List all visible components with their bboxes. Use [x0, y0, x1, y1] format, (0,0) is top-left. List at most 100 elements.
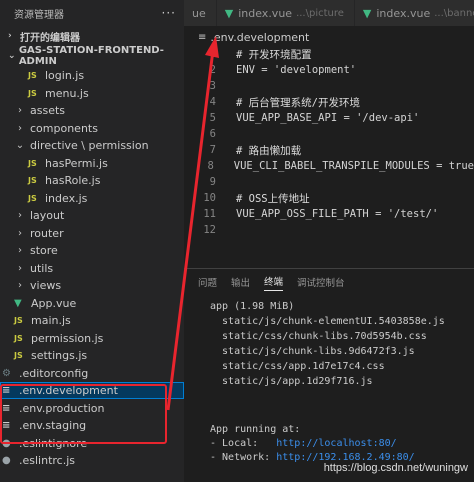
local-label: - Local:: [210, 438, 277, 449]
tree-item[interactable]: JS menu.js: [0, 85, 184, 102]
js-file-icon: JS: [28, 158, 37, 168]
eslint-file-icon: ●: [2, 455, 11, 466]
tree-item-label: settings.js: [31, 349, 88, 362]
explorer-header: 资源管理器 ···: [0, 0, 184, 26]
terminal-line: static/css/chunk-libs.70d5954b.css: [210, 331, 427, 342]
env-file-icon: ≡: [2, 385, 11, 396]
env-file-icon: ≡: [2, 420, 11, 431]
code-text: ENV = 'development': [236, 64, 357, 76]
tree-item-label: .editorconfig: [19, 366, 89, 380]
env-file-icon: ≡: [198, 31, 207, 43]
tree-item[interactable]: ⚙ .editorconfig: [0, 365, 184, 382]
tree-item[interactable]: › router: [0, 225, 184, 242]
tree-item[interactable]: ▼ App.vue: [0, 295, 184, 312]
tab-terminal[interactable]: 终端: [264, 274, 284, 291]
chevron-right-icon: ›: [8, 31, 12, 41]
breadcrumb[interactable]: ≡ .env.development: [184, 28, 309, 46]
chevron-down-icon: ⌄: [8, 51, 16, 61]
tree-item-label: App.vue: [31, 296, 77, 310]
tree-item[interactable]: › utils: [0, 260, 184, 277]
editor-tabs: ue ▼ index.vue ...\picture ▼ index.vue .…: [184, 0, 474, 26]
tree-item-label: utils: [30, 261, 54, 275]
vue-file-icon: ▼: [14, 297, 22, 309]
terminal-line: static/css/app.1d7e17c4.css: [210, 361, 385, 372]
line-number: 7: [209, 144, 216, 156]
tree-item[interactable]: ≡ .env.production: [0, 400, 184, 417]
more-actions-icon[interactable]: ···: [162, 6, 176, 20]
tree-item[interactable]: ⌄ directive \ permission: [0, 137, 184, 154]
tree-item[interactable]: › assets: [0, 102, 184, 119]
line-number: 1: [209, 48, 216, 60]
explorer-sidebar: 资源管理器 ··· › 打开的编辑器 ⌄ GAS-STATION-FRONTEN…: [0, 0, 184, 482]
tree-item[interactable]: › layout: [0, 207, 184, 224]
code-text: VUE_CLI_BABEL_TRANSPILE_MODULES = true: [233, 160, 474, 172]
line-number: 4: [209, 96, 216, 108]
terminal-line: static/js/app.1d29f716.js: [210, 376, 373, 387]
tree-item-label: store: [30, 244, 58, 257]
line-number: 3: [209, 80, 216, 92]
chevron-right-icon: ›: [18, 210, 22, 221]
tab-output[interactable]: 输出: [231, 275, 250, 289]
editor-area: ue ▼ index.vue ...\picture ▼ index.vue .…: [184, 0, 474, 482]
tree-item[interactable]: JS hasRole.js: [0, 172, 184, 189]
chevron-right-icon: ›: [18, 227, 22, 239]
tree-item[interactable]: ● .eslintignore: [0, 435, 184, 452]
tree-item[interactable]: › store: [0, 242, 184, 259]
tab-picture-index[interactable]: ▼ index.vue ...\picture: [216, 0, 355, 26]
code-line: 9: [184, 174, 474, 190]
tab-partial[interactable]: ue: [184, 0, 217, 26]
tree-item-label: login.js: [45, 69, 85, 82]
code-text: # OSS上传地址: [236, 192, 310, 205]
tree-item[interactable]: › components: [0, 120, 184, 137]
code-line: 5 VUE_APP_BASE_API = '/dev-api': [184, 110, 474, 126]
code-line: 3: [184, 78, 474, 94]
tree-item[interactable]: JS index.js: [0, 190, 184, 207]
line-number: 12: [203, 224, 216, 236]
tree-item-label: menu.js: [45, 86, 89, 100]
tab-debug-console[interactable]: 调试控制台: [297, 275, 345, 289]
tree-item[interactable]: JS permission.js: [0, 330, 184, 347]
tab-label: index.vue: [238, 6, 293, 20]
explorer-title: 资源管理器: [14, 9, 64, 21]
tree-item-label: .eslintrc.js: [19, 454, 76, 467]
tree-item[interactable]: JS main.js: [0, 312, 184, 329]
code-line: 6: [184, 126, 474, 142]
vue-icon: ▼: [362, 6, 372, 20]
local-url-link[interactable]: http://localhost:80/: [276, 438, 396, 449]
tree-item[interactable]: › views: [0, 277, 184, 294]
code-line: 12: [184, 222, 474, 238]
tree-item[interactable]: JS login.js: [0, 67, 184, 84]
code-text: VUE_APP_BASE_API = '/dev-api': [236, 112, 420, 124]
running-label: App running at:: [210, 424, 301, 435]
js-file-icon: JS: [28, 71, 37, 80]
tree-item-label: .env.staging: [19, 419, 87, 432]
tree-item[interactable]: JS hasPermi.js: [0, 155, 184, 172]
open-editors-section[interactable]: › 打开的编辑器: [0, 26, 184, 46]
code-line: 4 # 后台管理系统/开发环境: [184, 94, 474, 110]
watermark: https://blog.csdn.net/wuningw: [323, 462, 468, 474]
tree-item-label: permission.js: [31, 331, 104, 345]
line-number: 11: [203, 208, 216, 220]
tree-item-label: components: [30, 121, 98, 135]
code-line: 8 VUE_CLI_BABEL_TRANSPILE_MODULES = true: [184, 158, 474, 174]
line-number: 5: [209, 112, 216, 124]
code-text: # 开发环境配置: [236, 48, 312, 61]
tree-item-label: .eslintignore: [19, 436, 88, 450]
tab-banner-index[interactable]: ▼ index.vue ...\banner: [354, 0, 474, 26]
tree-item[interactable]: ≡ .env.staging: [0, 417, 184, 434]
tree-item-label: hasRole.js: [45, 174, 101, 187]
tree-item[interactable]: ≡ .env.development: [0, 382, 184, 399]
tree-item[interactable]: ● .eslintrc.js: [0, 452, 184, 469]
chevron-right-icon: ›: [18, 245, 22, 256]
tree-item-label: views: [30, 279, 62, 292]
bottom-panel: 问题 输出 终端 调试控制台 app (1.98 MiB) static/js/…: [184, 268, 474, 482]
eslint-file-icon: ●: [2, 437, 11, 449]
line-number: 10: [203, 192, 216, 204]
tab-problems[interactable]: 问题: [198, 275, 217, 289]
project-section[interactable]: ⌄ GAS-STATION-FRONTEND-ADMIN: [0, 45, 184, 67]
tree-item[interactable]: JS settings.js: [0, 347, 184, 364]
code-line: 2 ENV = 'development': [184, 62, 474, 78]
open-editors-label: 打开的编辑器: [20, 32, 80, 44]
tab-dir: ...\picture: [296, 7, 344, 19]
code-text: VUE_APP_OSS_FILE_PATH = '/test/': [236, 208, 439, 220]
